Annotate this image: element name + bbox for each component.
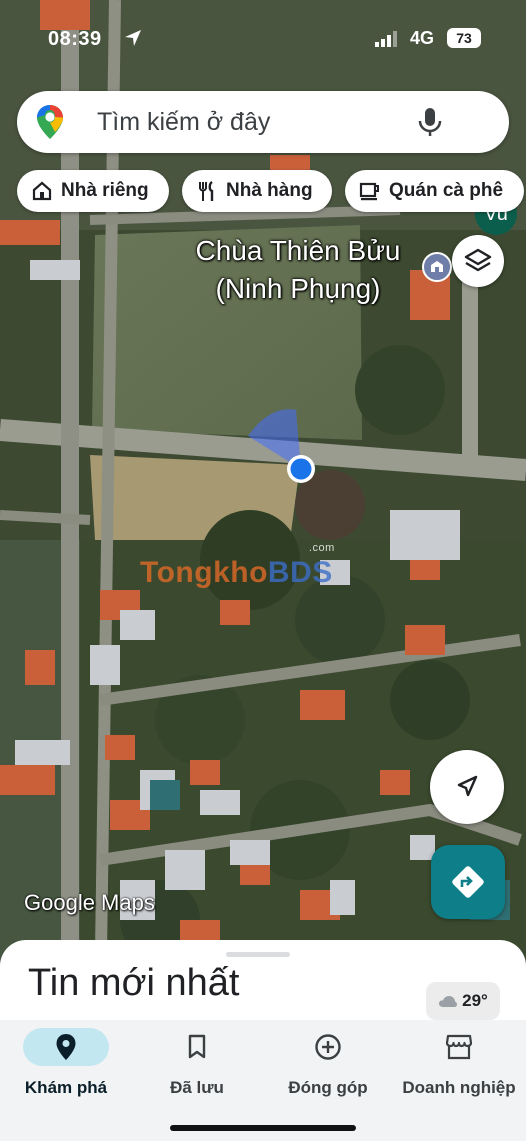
nav-saved-indicator	[154, 1028, 240, 1066]
place-label[interactable]: Chùa Thiên Bửu (Ninh Phụng)	[178, 232, 418, 308]
nav-contribute-indicator	[285, 1028, 371, 1066]
temple-poi-icon[interactable]	[422, 252, 452, 282]
google-maps-pin-icon	[37, 105, 63, 139]
coffee-icon	[359, 182, 379, 201]
battery-icon: 73	[447, 28, 481, 48]
watermark-domain: .com	[308, 542, 335, 554]
temple-icon	[431, 261, 443, 272]
nav-business-label: Doanh nghiệp	[402, 1078, 516, 1097]
place-label-sub: (Ninh Phụng)	[215, 273, 381, 304]
watermark-main: Tongkho	[140, 556, 268, 589]
chip-home[interactable]: Nhà riêng	[17, 170, 169, 212]
location-arrow-icon	[125, 30, 141, 46]
network-type: 4G	[410, 28, 435, 48]
directions-button[interactable]	[431, 845, 505, 919]
home-icon	[32, 181, 52, 201]
nav-explore-indicator	[23, 1028, 109, 1066]
directions-icon	[452, 866, 484, 898]
chip-coffee-label: Quán cà phê	[389, 180, 504, 201]
nav-contribute[interactable]: Đóng góp	[268, 1028, 388, 1098]
nav-contribute-label: Đóng góp	[288, 1078, 368, 1097]
signal-icon	[375, 31, 397, 47]
navigation-arrow-icon	[457, 775, 478, 797]
nav-saved-label: Đã lưu	[170, 1078, 224, 1097]
search-input[interactable]: Tìm kiếm ở đây	[97, 108, 270, 137]
google-maps-attribution: Google Maps	[24, 890, 155, 915]
sheet-title: Tin mới nhất	[28, 962, 240, 1004]
nav-explore-label: Khám phá	[24, 1078, 108, 1097]
cloud-icon	[439, 996, 458, 1007]
explore-pin-icon	[56, 1034, 76, 1060]
chip-coffee[interactable]: Quán cà phê	[345, 170, 524, 212]
nav-explore[interactable]: Khám phá	[6, 1028, 126, 1098]
weather-temp: 29°	[462, 991, 488, 1010]
place-label-name: Chùa Thiên Bửu	[195, 235, 401, 266]
storefront-icon	[445, 1034, 473, 1060]
nav-saved[interactable]: Đã lưu	[137, 1028, 257, 1098]
watermark-brand: BDS	[267, 556, 333, 589]
bookmark-icon	[188, 1034, 206, 1059]
restaurant-icon	[199, 181, 214, 201]
chip-restaurant-label: Nhà hàng	[226, 180, 313, 201]
layers-icon	[464, 248, 492, 272]
chip-restaurant[interactable]: Nhà hàng	[182, 170, 332, 212]
layers-button[interactable]	[452, 235, 504, 287]
nav-business[interactable]: Doanh nghiệp	[399, 1028, 519, 1098]
microphone-icon[interactable]	[417, 107, 443, 137]
status-time: 08:39	[48, 28, 102, 50]
weather-chip[interactable]: 29°	[426, 982, 500, 1020]
nav-business-indicator	[416, 1028, 502, 1066]
chip-home-label: Nhà riêng	[61, 180, 149, 201]
home-indicator[interactable]	[170, 1125, 356, 1131]
status-bar: 08:39 4G 73	[0, 24, 526, 56]
add-circle-icon	[315, 1034, 341, 1060]
sheet-drag-handle[interactable]	[226, 952, 290, 957]
search-bar[interactable]: Tìm kiếm ở đây Vu	[17, 91, 517, 235]
watermark: TongkhoBDS .com	[140, 542, 334, 590]
bottom-navigation: Khám phá Đã lưu Đóng góp Doanh nghiệp	[0, 1020, 526, 1141]
my-location-button[interactable]	[430, 750, 504, 824]
